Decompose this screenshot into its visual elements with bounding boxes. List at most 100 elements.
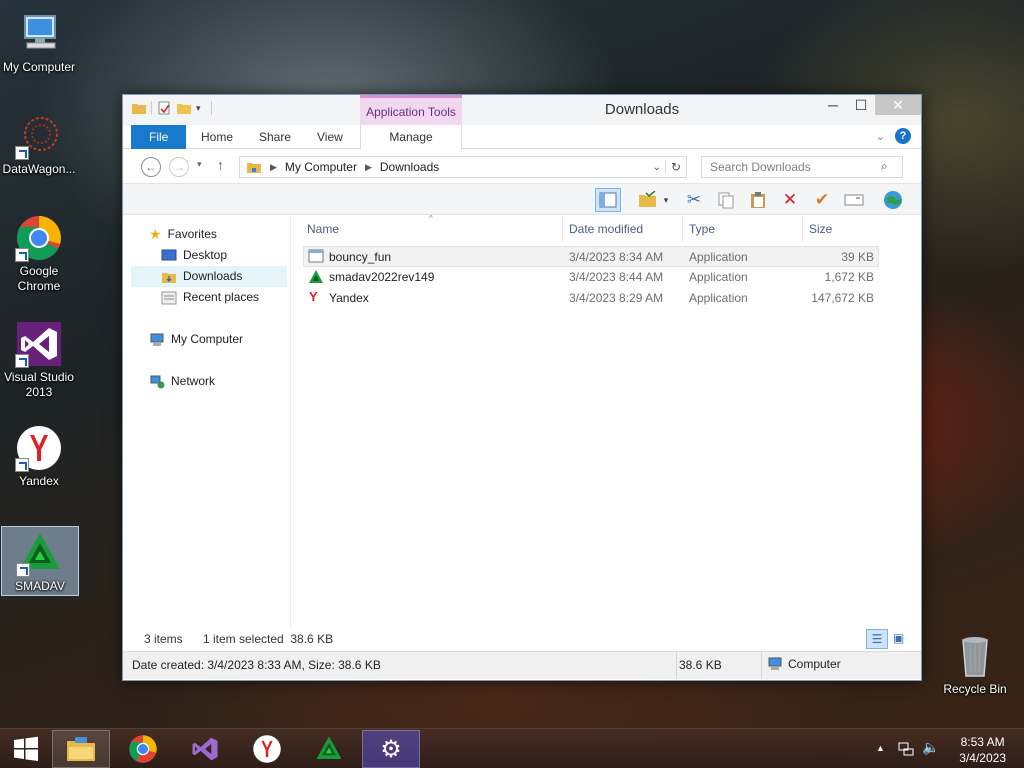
column-header-date-modified[interactable]: Date modified (563, 216, 683, 242)
volume-icon[interactable]: 🔈 (922, 739, 939, 756)
cut-icon[interactable]: ✂ (681, 188, 707, 212)
recent-locations-icon[interactable]: ▾ (197, 159, 202, 170)
clock-date: 3/4/2023 (959, 751, 1006, 765)
nav-desktop[interactable]: Desktop (161, 245, 227, 266)
nav-label: Downloads (183, 269, 243, 283)
chevron-right-icon[interactable]: ▶ (365, 162, 372, 173)
taskbar-file-explorer[interactable] (52, 730, 110, 768)
nav-label: Favorites (167, 227, 217, 241)
address-row: ← → ▾ ↑ ▶ My Computer ▶ Downloads ⌄ ↻ Se… (123, 149, 921, 183)
desktop-icon-my-computer[interactable]: My Computer (0, 10, 78, 75)
taskbar-chrome[interactable] (114, 730, 172, 768)
taskbar-smadav[interactable] (300, 730, 358, 768)
shortcut-arrow-icon (15, 248, 29, 262)
selection-info: 1 item selected 38.6 KB (203, 632, 334, 646)
back-button[interactable]: ← (141, 157, 161, 177)
recent-places-icon (161, 291, 177, 304)
tab-manage[interactable]: Manage (360, 125, 462, 149)
recycle-bin-icon (951, 632, 999, 680)
breadcrumb-downloads[interactable]: Downloads (380, 160, 439, 174)
network-icon[interactable] (898, 741, 914, 760)
file-size: 1,672 KB (824, 270, 874, 284)
expand-ribbon-icon[interactable]: ⌄ (876, 130, 885, 143)
desktop-icon-smadav[interactable]: SMADAV (1, 526, 79, 596)
window-controls: ─ ☐ ✕ (819, 95, 921, 115)
chrome-icon (15, 214, 63, 262)
file-row[interactable]: smadav2022rev149 3/4/2023 8:44 AM Applic… (303, 267, 879, 288)
tab-home[interactable]: Home (189, 125, 245, 149)
close-button[interactable]: ✕ (875, 95, 921, 115)
explorer-window: ▾ Application Tools Downloads ─ ☐ ✕ File… (122, 94, 922, 681)
details-location-label: Computer (788, 657, 841, 671)
nav-network[interactable]: Network (149, 371, 215, 392)
details-view-button[interactable]: ☰ (866, 629, 888, 649)
nav-downloads[interactable]: Downloads (131, 266, 287, 287)
desktop-icon-recycle-bin[interactable]: Recycle Bin (936, 632, 1014, 697)
file-type: Application (689, 270, 748, 284)
layout-icon (599, 192, 617, 208)
search-input[interactable]: Search Downloads (701, 156, 903, 178)
up-arrow-icon[interactable]: ↑ (217, 157, 224, 173)
minimize-button[interactable]: ─ (819, 95, 847, 115)
desktop-icon-label: Recycle Bin (943, 682, 1007, 696)
title-bar[interactable]: ▾ Application Tools Downloads ─ ☐ ✕ (123, 95, 921, 125)
rename-icon[interactable] (841, 188, 867, 212)
file-date: 3/4/2023 8:44 AM (569, 270, 664, 284)
nav-favorites[interactable]: ★ Favorites (149, 224, 217, 245)
desktop-icon-label: Google Chrome (17, 264, 61, 293)
taskbar-yandex[interactable] (238, 730, 296, 768)
search-icon[interactable]: ⌕ (881, 159, 888, 174)
show-hidden-icons[interactable]: ▲ (876, 743, 885, 753)
shortcut-arrow-icon (15, 354, 29, 368)
file-date: 3/4/2023 8:34 AM (569, 250, 664, 264)
navigation-pane: ★ Favorites Desktop Downloads Recent pla… (123, 216, 291, 628)
taskbar-settings[interactable]: ⚙ (362, 730, 420, 768)
computer-icon (150, 333, 164, 346)
desktop-icon-datawagon[interactable]: DataWagon... (0, 112, 78, 177)
chevron-right-icon[interactable]: ▶ (270, 162, 277, 173)
help-icon[interactable]: ? (895, 128, 911, 144)
refresh-icon[interactable]: ↻ (664, 160, 686, 174)
tab-view[interactable]: View (305, 125, 355, 149)
nav-label: My Computer (171, 332, 244, 346)
column-header-type[interactable]: Type (683, 216, 803, 242)
copy-icon[interactable] (713, 188, 739, 212)
desktop-icon-yandex[interactable]: Yandex (0, 424, 78, 489)
smadav-icon (16, 529, 64, 577)
status-bar: 3 items 1 item selected 38.6 KB ☰ ▣ (123, 629, 921, 649)
file-row[interactable]: bouncy_fun 3/4/2023 8:34 AM Application … (303, 246, 879, 267)
maximize-button[interactable]: ☐ (847, 95, 875, 115)
desktop-icon-google-chrome[interactable]: Google Chrome (0, 214, 78, 294)
tab-file[interactable]: File (131, 125, 187, 149)
computer-icon (768, 657, 782, 670)
file-size: 147,672 KB (811, 291, 874, 305)
star-icon: ★ (149, 226, 162, 242)
file-row[interactable]: Y Yandex 3/4/2023 8:29 AM Application 14… (303, 288, 879, 309)
paste-icon[interactable] (745, 188, 771, 212)
desktop-icon-label: SMADAV (15, 579, 65, 593)
breadcrumb-my-computer[interactable]: My Computer (285, 160, 357, 174)
chevron-down-icon[interactable]: ▾ (659, 188, 673, 212)
chevron-down-icon[interactable]: ⌄ (653, 162, 661, 173)
checkmark-icon[interactable]: ✔ (809, 188, 835, 212)
tab-share[interactable]: Share (247, 125, 303, 149)
column-header-size[interactable]: Size (803, 216, 879, 242)
preview-pane-button[interactable] (595, 188, 621, 212)
properties-button[interactable] (635, 188, 661, 212)
forward-button[interactable]: → (169, 157, 189, 177)
details-size: 38.6 KB (679, 658, 722, 672)
file-date: 3/4/2023 8:29 AM (569, 291, 664, 305)
nav-recent-places[interactable]: Recent places (161, 287, 259, 308)
taskbar-clock[interactable]: 8:53 AM 3/4/2023 (959, 734, 1006, 766)
address-bar[interactable]: ▶ My Computer ▶ Downloads ⌄ ↻ (239, 156, 687, 178)
nav-my-computer[interactable]: My Computer (149, 329, 243, 350)
delete-icon[interactable]: ✕ (777, 188, 803, 212)
globe-icon[interactable] (880, 188, 906, 212)
column-header-name[interactable]: Name (301, 216, 563, 242)
taskbar-visual-studio[interactable] (176, 730, 234, 768)
desktop-icon-visual-studio[interactable]: Visual Studio 2013 (0, 320, 78, 400)
divider (761, 652, 762, 679)
start-button[interactable] (0, 730, 52, 768)
large-icons-view-button[interactable]: ▣ (893, 631, 904, 645)
desktop-icon-label: DataWagon... (2, 162, 76, 176)
